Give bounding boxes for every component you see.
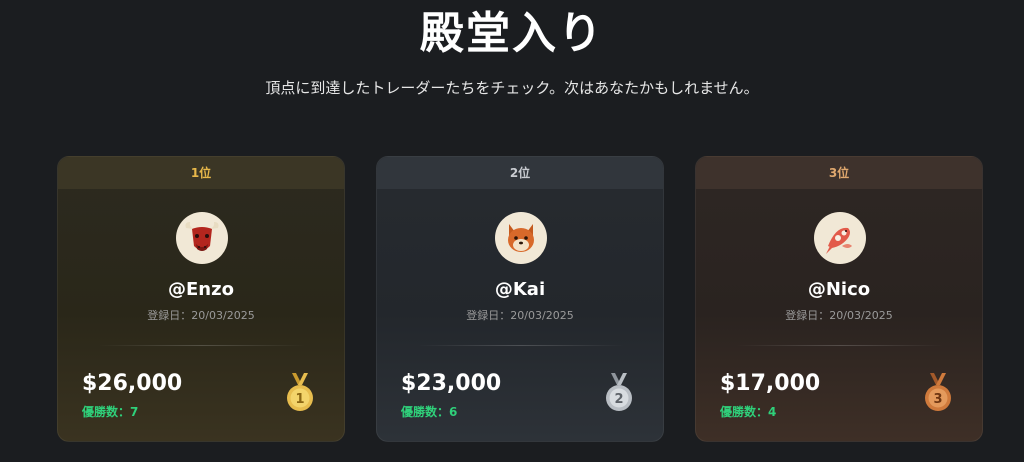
medal-number: 2 [614, 392, 623, 407]
username[interactable]: @Enzo [58, 279, 344, 300]
bronze-medal-icon: 3 [925, 373, 951, 411]
gold-medal-icon: 1 [287, 373, 313, 411]
rank-label: 2位 [377, 157, 663, 189]
shiba-dog-icon [508, 224, 534, 252]
prize-amount: $17,000 [720, 371, 821, 396]
registration-date: 登録日：20/03/2025 [785, 309, 893, 322]
username[interactable]: @Kai [377, 279, 663, 300]
prize-amount: $23,000 [401, 371, 502, 396]
leaderboard-card-rank-2[interactable]: 2位 @Kai 登録日：20/03/2025 $23,000 優勝数：6 2 [376, 156, 664, 442]
win-count: 優勝数：7 [82, 405, 139, 419]
rank-label: 3位 [696, 157, 982, 189]
bull-icon [185, 222, 219, 251]
silver-medal-icon: 2 [606, 373, 632, 411]
win-count: 優勝数：6 [401, 405, 458, 419]
prize-amount: $26,000 [82, 371, 183, 396]
registration-date: 登録日：20/03/2025 [466, 309, 574, 322]
page-subtitle: 頂点に到達したトレーダーたちをチェック。次はあなたかもしれません。 [265, 79, 759, 97]
registration-date: 登録日：20/03/2025 [147, 309, 255, 322]
divider [736, 345, 944, 346]
username[interactable]: @Nico [696, 279, 982, 300]
avatar[interactable] [176, 212, 228, 264]
medal-number: 1 [295, 392, 304, 407]
page-title: 殿堂入り [420, 8, 604, 59]
divider [98, 345, 306, 346]
avatar[interactable] [495, 212, 547, 264]
hall-of-fame-page: 殿堂入り 頂点に到達したトレーダーたちをチェック。次はあなたかもしれません。 1… [0, 0, 1024, 462]
avatar[interactable] [814, 212, 866, 264]
rank-label: 1位 [58, 157, 344, 189]
leaderboard-card-rank-1[interactable]: 1位 @Enzo 登録日：20/03/2025 $26,000 優勝数：7 1 [57, 156, 345, 442]
divider [417, 345, 625, 346]
medal-number: 3 [933, 392, 942, 407]
win-count: 優勝数：4 [720, 405, 777, 419]
leaderboard-card-rank-3[interactable]: 3位 @Nico 登録日：20/03/2025 $17,000 優勝数：4 3 [695, 156, 983, 442]
koi-fish-icon [826, 227, 852, 254]
